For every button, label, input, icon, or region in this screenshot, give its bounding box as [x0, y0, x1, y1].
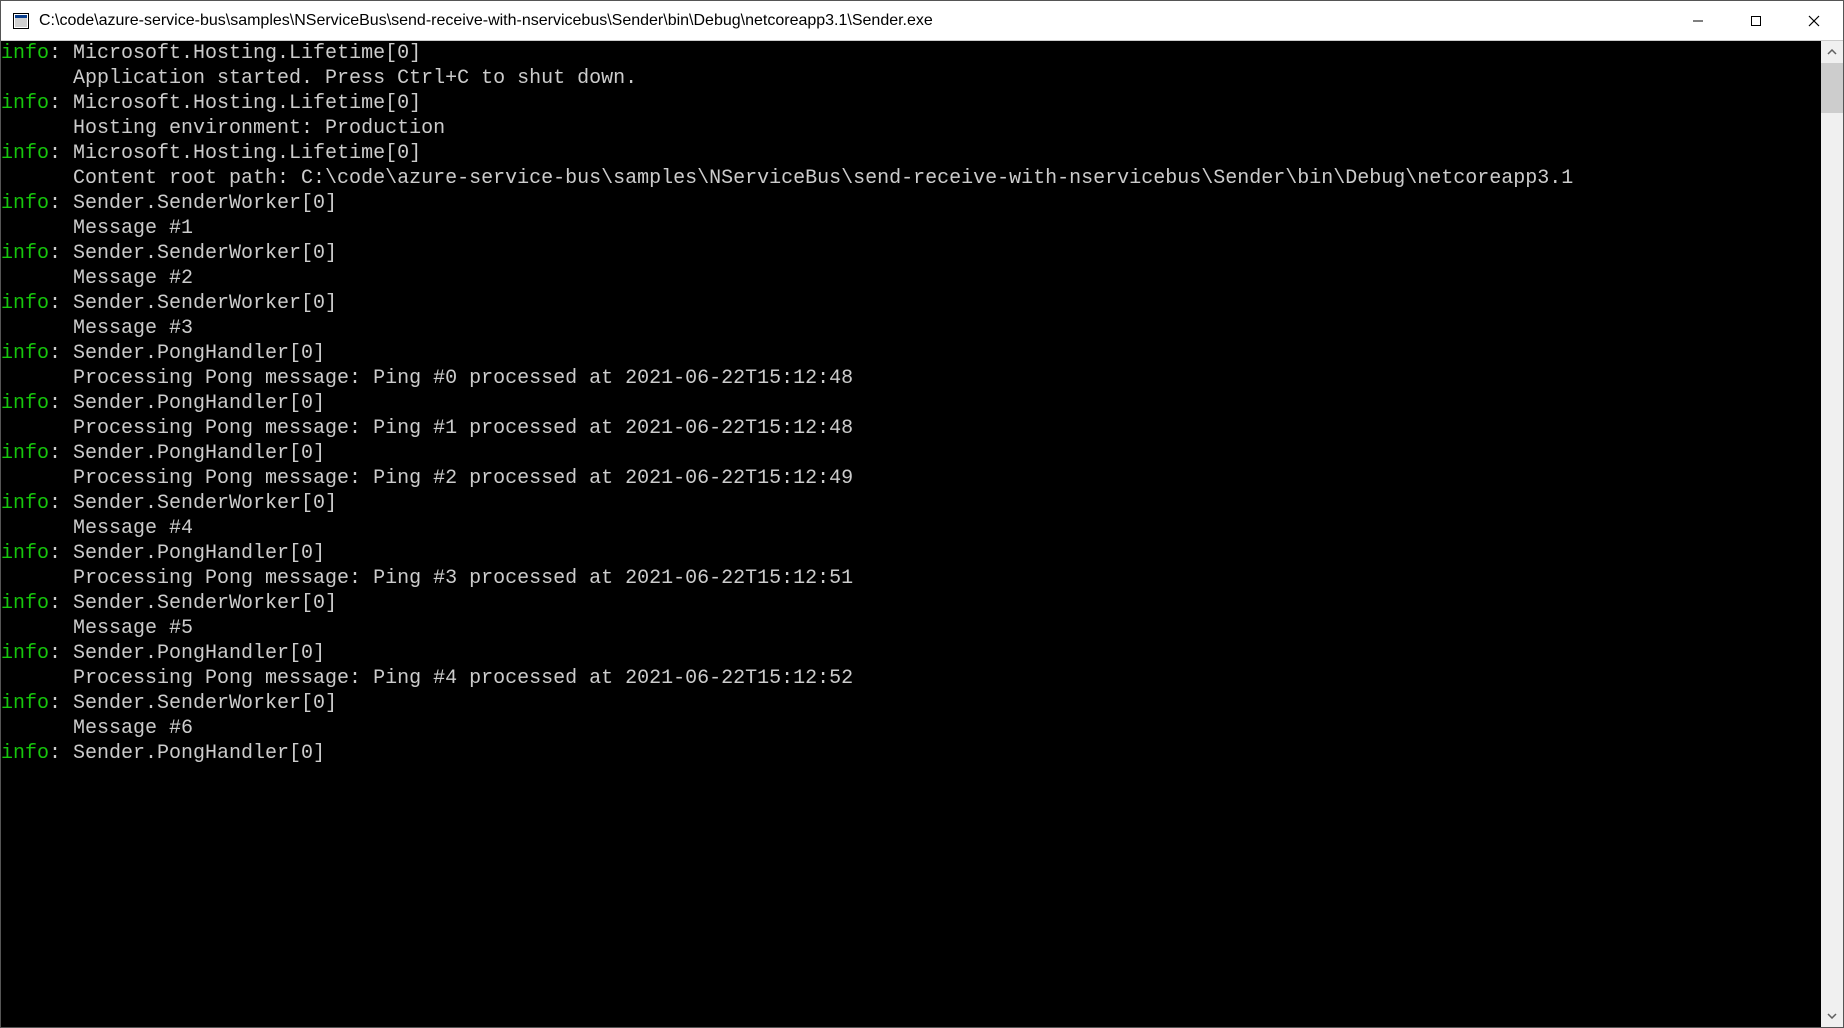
scroll-up-arrow[interactable]: [1821, 41, 1843, 63]
close-button[interactable]: [1785, 1, 1843, 40]
log-level: info: [1, 492, 49, 515]
log-source: : Microsoft.Hosting.Lifetime[0]: [49, 92, 421, 115]
log-level: info: [1, 142, 49, 165]
log-source: : Sender.SenderWorker[0]: [49, 242, 337, 265]
log-source: : Sender.PongHandler[0]: [49, 642, 325, 665]
log-source: : Microsoft.Hosting.Lifetime[0]: [49, 142, 421, 165]
log-line: info: Sender.SenderWorker[0]: [1, 241, 1821, 266]
log-level: info: [1, 642, 49, 665]
log-message: Message #1: [1, 216, 1821, 241]
log-message: Processing Pong message: Ping #0 process…: [1, 366, 1821, 391]
log-source: : Sender.PongHandler[0]: [49, 442, 325, 465]
log-line: info: Sender.PongHandler[0]: [1, 741, 1821, 766]
scroll-down-arrow[interactable]: [1821, 1005, 1843, 1027]
log-message: Application started. Press Ctrl+C to shu…: [1, 66, 1821, 91]
log-level: info: [1, 42, 49, 65]
scroll-thumb[interactable]: [1821, 63, 1843, 113]
log-line: info: Sender.SenderWorker[0]: [1, 191, 1821, 216]
log-line: info: Sender.PongHandler[0]: [1, 341, 1821, 366]
log-message: Message #6: [1, 716, 1821, 741]
console-window: C:\code\azure-service-bus\samples\NServi…: [0, 0, 1844, 1028]
log-source: : Sender.PongHandler[0]: [49, 742, 325, 765]
log-source: : Microsoft.Hosting.Lifetime[0]: [49, 42, 421, 65]
log-message: Message #3: [1, 316, 1821, 341]
vertical-scrollbar[interactable]: [1821, 41, 1843, 1027]
log-line: info: Microsoft.Hosting.Lifetime[0]: [1, 91, 1821, 116]
log-source: : Sender.SenderWorker[0]: [49, 292, 337, 315]
log-source: : Sender.SenderWorker[0]: [49, 692, 337, 715]
log-level: info: [1, 392, 49, 415]
log-message: Message #5: [1, 616, 1821, 641]
log-line: info: Microsoft.Hosting.Lifetime[0]: [1, 141, 1821, 166]
log-line: info: Sender.SenderWorker[0]: [1, 691, 1821, 716]
log-message: Hosting environment: Production: [1, 116, 1821, 141]
app-icon: [11, 11, 31, 31]
log-source: : Sender.SenderWorker[0]: [49, 192, 337, 215]
log-line: info: Sender.SenderWorker[0]: [1, 491, 1821, 516]
log-message: Message #2: [1, 266, 1821, 291]
log-level: info: [1, 442, 49, 465]
log-message: Processing Pong message: Ping #2 process…: [1, 466, 1821, 491]
log-line: info: Sender.SenderWorker[0]: [1, 291, 1821, 316]
log-line: info: Sender.PongHandler[0]: [1, 641, 1821, 666]
titlebar[interactable]: C:\code\azure-service-bus\samples\NServi…: [1, 1, 1843, 41]
log-message: Content root path: C:\code\azure-service…: [1, 166, 1821, 191]
log-message: Processing Pong message: Ping #4 process…: [1, 666, 1821, 691]
log-level: info: [1, 542, 49, 565]
console-output[interactable]: info: Microsoft.Hosting.Lifetime[0] Appl…: [1, 41, 1821, 1027]
maximize-button[interactable]: [1727, 1, 1785, 40]
log-source: : Sender.SenderWorker[0]: [49, 592, 337, 615]
log-message: Message #4: [1, 516, 1821, 541]
log-source: : Sender.PongHandler[0]: [49, 342, 325, 365]
log-source: : Sender.PongHandler[0]: [49, 542, 325, 565]
log-message: Processing Pong message: Ping #1 process…: [1, 416, 1821, 441]
log-level: info: [1, 742, 49, 765]
minimize-button[interactable]: [1669, 1, 1727, 40]
console-area: info: Microsoft.Hosting.Lifetime[0] Appl…: [1, 41, 1843, 1027]
log-level: info: [1, 242, 49, 265]
log-source: : Sender.SenderWorker[0]: [49, 492, 337, 515]
log-message: Processing Pong message: Ping #3 process…: [1, 566, 1821, 591]
log-line: info: Sender.PongHandler[0]: [1, 541, 1821, 566]
log-level: info: [1, 592, 49, 615]
log-level: info: [1, 292, 49, 315]
log-line: info: Sender.PongHandler[0]: [1, 391, 1821, 416]
log-line: info: Sender.SenderWorker[0]: [1, 591, 1821, 616]
log-line: info: Microsoft.Hosting.Lifetime[0]: [1, 41, 1821, 66]
log-line: info: Sender.PongHandler[0]: [1, 441, 1821, 466]
window-controls: [1669, 1, 1843, 40]
log-level: info: [1, 342, 49, 365]
log-level: info: [1, 192, 49, 215]
log-source: : Sender.PongHandler[0]: [49, 392, 325, 415]
log-level: info: [1, 92, 49, 115]
scroll-track[interactable]: [1821, 63, 1843, 1005]
log-level: info: [1, 692, 49, 715]
window-title: C:\code\azure-service-bus\samples\NServi…: [39, 12, 1669, 30]
